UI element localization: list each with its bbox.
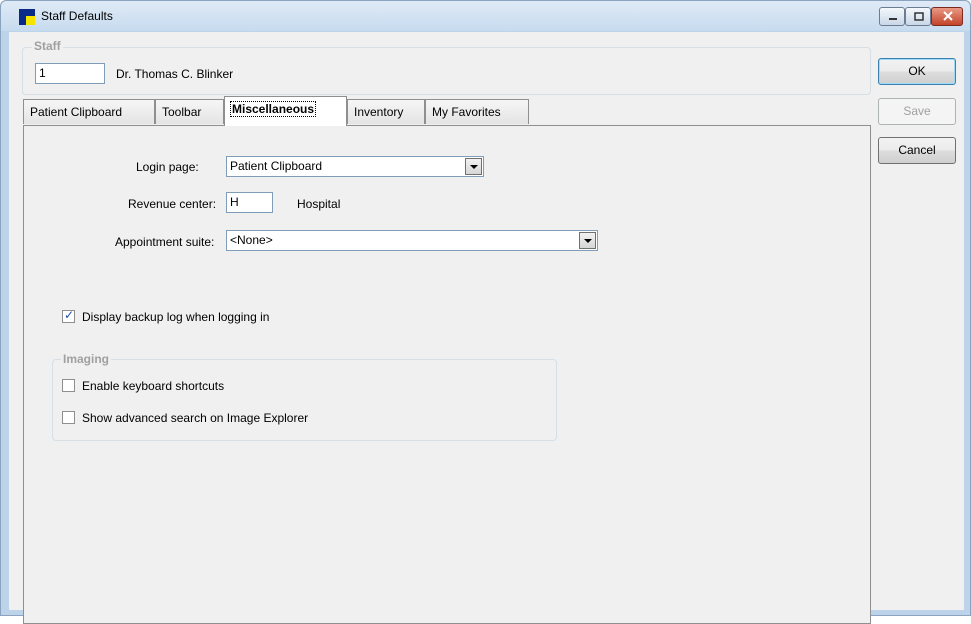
tab-my-favorites[interactable]: My Favorites xyxy=(425,99,529,124)
staff-group-legend: Staff xyxy=(32,39,63,53)
show-advanced-search-checkbox[interactable] xyxy=(62,411,75,424)
restore-icon xyxy=(914,12,924,21)
imaging-groupbox xyxy=(52,359,557,441)
chevron-down-icon[interactable] xyxy=(465,158,482,175)
staff-defaults-window: Staff Defaults Staff 1 Dr. Thomas C. Bli… xyxy=(0,0,971,624)
cancel-button[interactable]: Cancel xyxy=(878,137,956,164)
staff-name: Dr. Thomas C. Blinker xyxy=(116,67,234,81)
save-button[interactable]: Save xyxy=(878,98,956,125)
staff-id-input[interactable]: 1 xyxy=(35,63,105,84)
revenue-center-input[interactable]: H xyxy=(226,192,273,213)
tab-toolbar[interactable]: Toolbar xyxy=(155,99,224,124)
minimize-icon xyxy=(889,18,897,20)
enable-keyboard-shortcuts-checkbox[interactable] xyxy=(62,379,75,392)
display-backup-log-label[interactable]: Display backup log when logging in xyxy=(82,310,269,324)
login-page-label: Login page: xyxy=(136,160,199,174)
close-button[interactable] xyxy=(931,7,963,26)
window-title: Staff Defaults xyxy=(41,9,113,23)
tab-miscellaneous-label: Miscellaneous xyxy=(229,101,317,117)
chevron-down-icon[interactable] xyxy=(579,232,596,249)
appointment-suite-label: Appointment suite: xyxy=(115,235,215,249)
tab-inventory[interactable]: Inventory xyxy=(347,99,425,124)
title-bar[interactable]: Staff Defaults xyxy=(1,1,970,31)
minimize-button[interactable] xyxy=(879,7,905,26)
enable-keyboard-shortcuts-label[interactable]: Enable keyboard shortcuts xyxy=(82,379,224,393)
dialog-client-area: Staff 1 Dr. Thomas C. Blinker OK Save Ca… xyxy=(9,32,964,624)
revenue-center-name: Hospital xyxy=(297,197,341,211)
login-page-value: Patient Clipboard xyxy=(230,159,323,173)
appointment-suite-value: <None> xyxy=(230,233,273,247)
appointment-suite-select[interactable]: <None> xyxy=(226,230,598,251)
display-backup-log-checkbox[interactable] xyxy=(62,308,75,323)
miscellaneous-tab-panel: Login page: Patient Clipboard Revenue ce… xyxy=(23,125,871,624)
close-icon xyxy=(943,11,953,21)
tab-patient-clipboard[interactable]: Patient Clipboard xyxy=(23,99,155,124)
ok-button[interactable]: OK xyxy=(878,58,956,85)
show-advanced-search-label[interactable]: Show advanced search on Image Explorer xyxy=(82,411,308,425)
revenue-center-label: Revenue center: xyxy=(128,197,217,211)
imaging-group-legend: Imaging xyxy=(61,352,112,366)
app-icon xyxy=(19,9,35,25)
maximize-button[interactable] xyxy=(905,7,931,26)
tab-miscellaneous[interactable]: Miscellaneous xyxy=(224,96,347,126)
login-page-select[interactable]: Patient Clipboard xyxy=(226,156,484,177)
